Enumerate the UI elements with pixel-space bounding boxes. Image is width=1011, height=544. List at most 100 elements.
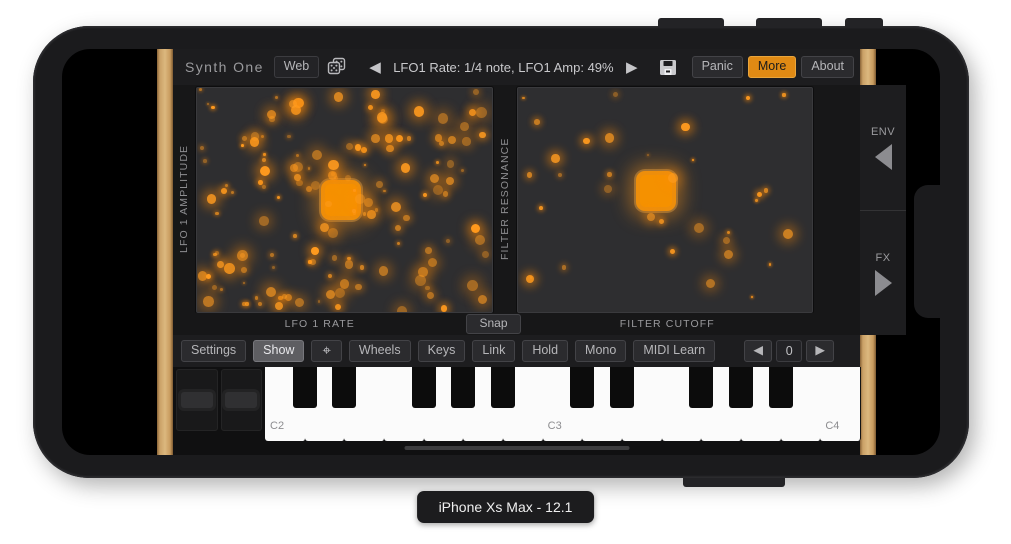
- pad-particle: [371, 90, 380, 99]
- mono-button[interactable]: Mono: [575, 340, 627, 362]
- piano-keys[interactable]: C2 C3 C4: [265, 367, 861, 441]
- keys-button[interactable]: Keys: [417, 340, 466, 362]
- filter-xy-pad[interactable]: [516, 87, 813, 313]
- pad-particle: [477, 294, 488, 305]
- piano-black-key[interactable]: [610, 367, 634, 409]
- pad-particle: [287, 134, 291, 139]
- pad-particle: [482, 251, 490, 259]
- pad-particle: [327, 274, 333, 279]
- pad-x-axis-labels: LFO 1 RATE Snap FILTER CUTOFF: [173, 313, 860, 335]
- pad-particle: [445, 176, 455, 186]
- piano-black-key[interactable]: [411, 367, 436, 409]
- device-volume-up-button[interactable]: [658, 18, 724, 28]
- pad-particle: [386, 145, 394, 153]
- pad-particle: [681, 122, 691, 132]
- device-mute-switch[interactable]: [845, 18, 883, 28]
- pad-particle: [281, 294, 287, 299]
- settings-button[interactable]: Settings: [181, 340, 247, 362]
- wood-panel-left: [157, 49, 173, 455]
- piano-black-key[interactable]: [729, 367, 753, 409]
- octave-stepper: ◀ 0 ▶: [744, 340, 835, 362]
- piano-black-key[interactable]: [570, 367, 595, 409]
- pad-particle: [259, 165, 270, 176]
- pad-particle: [250, 132, 259, 141]
- snap-button[interactable]: Snap: [466, 314, 521, 334]
- pad-particle: [270, 252, 275, 257]
- pad-particle: [757, 191, 763, 198]
- pad-particle: [613, 92, 619, 98]
- piano-black-key[interactable]: [292, 367, 317, 409]
- pad-particle: [265, 286, 277, 298]
- piano-black-key[interactable]: [491, 367, 515, 409]
- pad-particle: [257, 302, 262, 307]
- mod-wheel[interactable]: [220, 369, 262, 431]
- show-button[interactable]: Show: [253, 340, 305, 362]
- device-power-button[interactable]: [683, 478, 785, 487]
- pad-particle: [396, 134, 404, 142]
- bluetooth-button[interactable]: ⌖: [311, 339, 342, 363]
- pad-particle: [328, 159, 339, 171]
- piano-black-key[interactable]: [768, 367, 793, 409]
- octave-down-button[interactable]: ◀: [744, 340, 773, 362]
- pad-particle: [361, 147, 367, 154]
- pad-particle: [460, 121, 470, 131]
- pad-particle: [258, 179, 264, 185]
- pad-particle: [472, 89, 479, 96]
- pad-particle: [475, 107, 487, 119]
- about-button[interactable]: About: [801, 56, 854, 78]
- pad-particle: [331, 255, 338, 261]
- pad-particle: [604, 132, 615, 143]
- web-button[interactable]: Web: [273, 56, 320, 78]
- pad-particle: [363, 198, 373, 208]
- piano-white-key[interactable]: C4: [820, 367, 861, 441]
- pad-particle: [522, 96, 525, 100]
- pad-particle: [376, 112, 388, 124]
- pad-particle: [646, 153, 650, 157]
- device-volume-down-button[interactable]: [756, 18, 822, 28]
- pad-particle: [394, 225, 401, 232]
- env-panel-button[interactable]: ENV: [860, 85, 906, 210]
- pad-particle: [667, 172, 679, 184]
- pad-particle: [378, 266, 389, 276]
- pad-particle: [397, 305, 407, 312]
- pad-particle: [467, 279, 479, 291]
- piano-black-key[interactable]: [332, 367, 357, 409]
- preset-next-button[interactable]: ▶: [614, 58, 650, 76]
- lfo-xy-pad[interactable]: [196, 87, 493, 313]
- pad-particle: [206, 194, 217, 204]
- octave-up-button[interactable]: ▶: [806, 340, 835, 362]
- fx-panel-button[interactable]: FX: [860, 210, 906, 336]
- floppy-disk-icon[interactable]: [650, 58, 686, 77]
- pad-particle: [647, 212, 656, 221]
- pad-particle: [242, 281, 245, 284]
- pad-particle: [213, 252, 217, 257]
- pad-particle: [220, 288, 224, 292]
- pad-particle: [355, 144, 362, 151]
- piano-black-key[interactable]: [451, 367, 476, 409]
- octave-value: 0: [776, 340, 803, 362]
- pad-particle: [526, 172, 533, 179]
- pad-particle: [390, 201, 401, 212]
- preset-prev-button[interactable]: ◀: [357, 58, 393, 76]
- pad-particle: [241, 266, 248, 273]
- pad-particle: [271, 266, 275, 269]
- pad-particle: [446, 160, 455, 168]
- pitch-bend-wheel[interactable]: [176, 369, 218, 431]
- dice-icon[interactable]: [319, 57, 357, 77]
- home-indicator: [404, 446, 629, 450]
- fx-label: FX: [875, 251, 891, 264]
- pad-particle: [435, 161, 439, 165]
- piano-black-key[interactable]: [689, 367, 714, 409]
- panic-button[interactable]: Panic: [691, 56, 743, 78]
- preset-name-display[interactable]: LFO1 Rate: 1/4 note, LFO1 Amp: 49%: [393, 60, 614, 75]
- wheels-button[interactable]: Wheels: [348, 340, 411, 362]
- pad-particle: [763, 188, 769, 193]
- pad-particle: [425, 247, 433, 255]
- pad-particle: [538, 205, 543, 210]
- midi-learn-button[interactable]: MIDI Learn: [633, 340, 716, 362]
- link-button[interactable]: Link: [472, 340, 516, 362]
- hold-button[interactable]: Hold: [522, 340, 569, 362]
- more-button[interactable]: More: [747, 56, 797, 78]
- pad-particle: [262, 184, 267, 189]
- pad-particle: [433, 184, 444, 195]
